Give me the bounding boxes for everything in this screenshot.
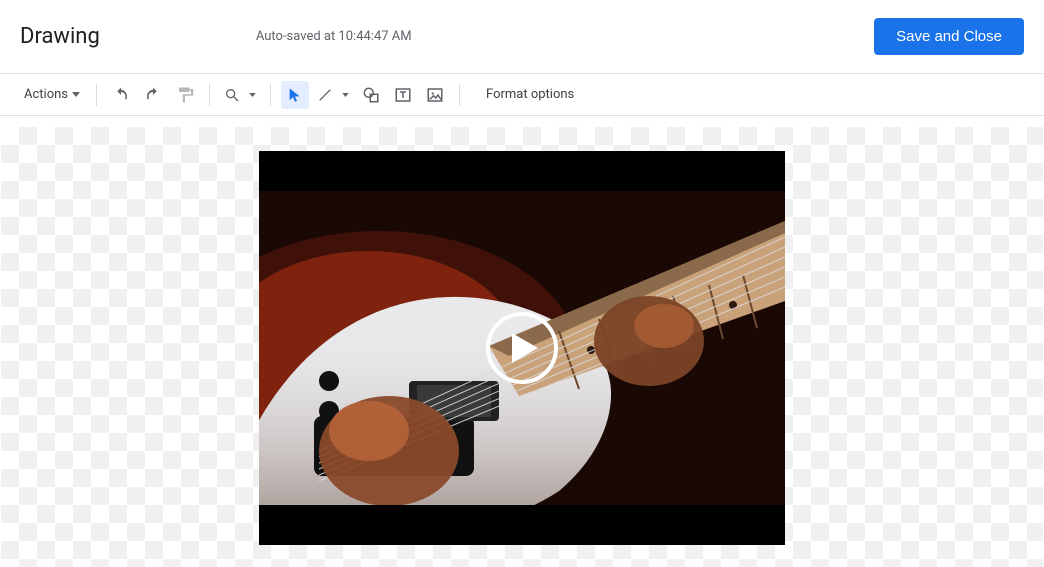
autosave-status: Auto-saved at 10:44:47 AM [256, 29, 412, 44]
select-icon [287, 87, 303, 103]
video-object[interactable] [259, 151, 785, 545]
separator [209, 84, 210, 106]
text-box-icon [394, 86, 412, 104]
undo-button[interactable] [107, 81, 135, 109]
text-box-button[interactable] [389, 81, 417, 109]
line-icon [317, 87, 333, 103]
zoom-icon [224, 87, 240, 103]
shape-icon [362, 86, 380, 104]
paint-format-button[interactable] [171, 81, 199, 109]
format-options-button[interactable]: Format options [480, 83, 580, 106]
separator [270, 84, 271, 106]
drawing-canvas[interactable] [1, 127, 1043, 567]
image-button[interactable] [421, 81, 449, 109]
actions-label: Actions [24, 87, 68, 102]
save-and-close-button[interactable]: Save and Close [874, 18, 1024, 55]
redo-button[interactable] [139, 81, 167, 109]
line-tool-button[interactable] [313, 81, 353, 109]
select-tool-button[interactable] [281, 81, 309, 109]
actions-menu-button[interactable]: Actions [18, 83, 86, 106]
toolbar: Actions Format options [0, 74, 1044, 116]
undo-icon [112, 86, 130, 104]
play-button[interactable] [486, 312, 558, 384]
play-icon [512, 333, 538, 363]
redo-icon [144, 86, 162, 104]
zoom-button[interactable] [220, 81, 260, 109]
dialog-title: Drawing [20, 24, 100, 49]
dialog-header: Drawing Auto-saved at 10:44:47 AM Save a… [0, 0, 1044, 74]
separator [96, 84, 97, 106]
caret-down-icon [72, 92, 80, 97]
image-icon [426, 86, 444, 104]
caret-down-icon [249, 93, 256, 97]
shape-tool-button[interactable] [357, 81, 385, 109]
caret-down-icon [342, 93, 349, 97]
separator [459, 84, 460, 106]
paint-format-icon [176, 86, 194, 104]
